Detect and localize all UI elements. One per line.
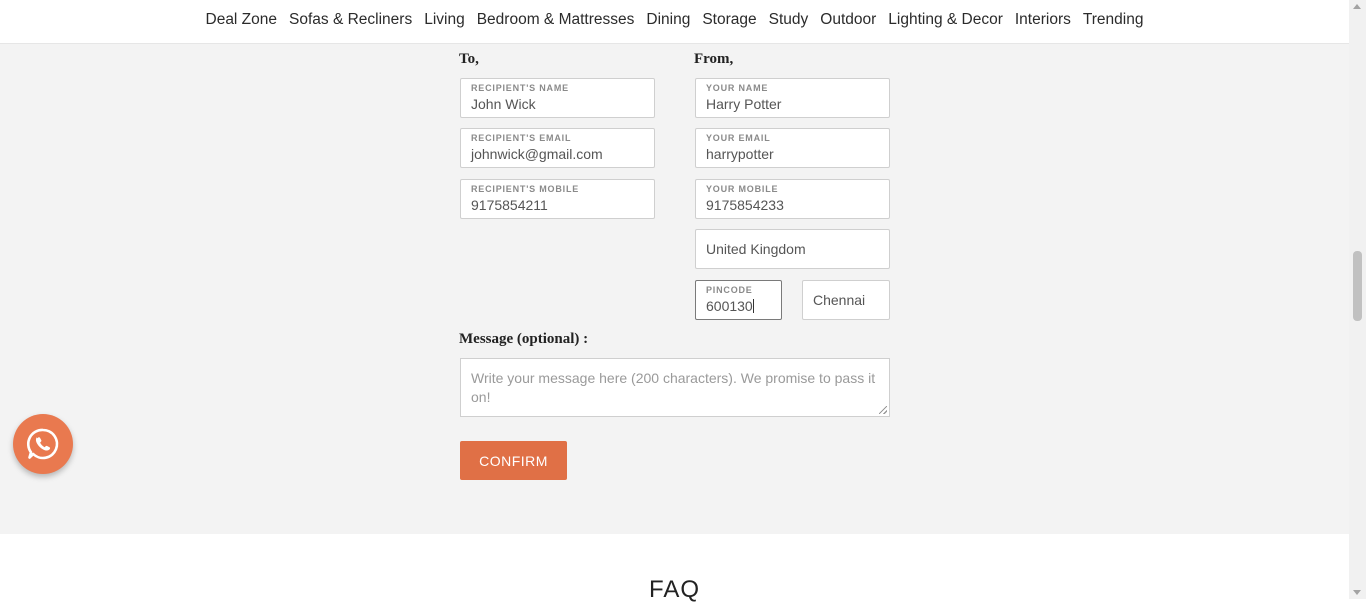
nav-item-living[interactable]: Living [418,0,471,42]
top-navigation: Deal Zone Sofas & Recliners Living Bedro… [0,0,1349,44]
city-field[interactable]: Chennai [802,280,890,320]
your-name-field[interactable]: YOUR NAME Harry Potter [695,78,890,118]
recipient-email-value: johnwick@gmail.com [471,146,603,162]
nav-item-study[interactable]: Study [763,0,815,42]
vertical-scrollbar[interactable] [1349,0,1366,599]
city-value: Chennai [813,292,866,308]
pincode-value-wrap: 600130 [706,298,754,314]
scroll-down-arrow-icon[interactable] [1353,590,1361,595]
nav-item-deal-zone[interactable]: Deal Zone [200,0,284,42]
recipient-mobile-field[interactable]: RECIPIENT'S MOBILE 9175854211 [460,179,655,219]
whatsapp-icon [26,428,59,460]
nav-item-interiors[interactable]: Interiors [1009,0,1077,42]
recipient-name-value: John Wick [471,96,536,112]
country-field[interactable]: United Kingdom [695,229,890,269]
whatsapp-button[interactable] [13,414,73,474]
your-name-label: YOUR NAME [706,83,769,93]
your-email-field[interactable]: YOUR EMAIL harrypotter [695,128,890,168]
your-mobile-label: YOUR MOBILE [706,184,779,194]
page: Deal Zone Sofas & Recliners Living Bedro… [0,0,1366,603]
your-email-value: harrypotter [706,146,774,162]
recipient-email-label: RECIPIENT'S EMAIL [471,133,572,143]
from-heading: From, [694,51,734,67]
nav-item-sofas-recliners[interactable]: Sofas & Recliners [283,0,418,42]
message-label: Message (optional) : [459,331,589,347]
nav-item-lighting-decor[interactable]: Lighting & Decor [882,0,1009,42]
recipient-mobile-value: 9175854211 [471,197,548,213]
country-value: United Kingdom [706,241,806,257]
recipient-email-field[interactable]: RECIPIENT'S EMAIL johnwick@gmail.com [460,128,655,168]
nav-item-storage[interactable]: Storage [696,0,762,42]
scroll-thumb[interactable] [1353,251,1362,321]
nav-item-bedroom-mattresses[interactable]: Bedroom & Mattresses [471,0,641,42]
recipient-name-field[interactable]: RECIPIENT'S NAME John Wick [460,78,655,118]
nav-item-dining[interactable]: Dining [640,0,696,42]
pincode-label: PINCODE [706,285,753,295]
pincode-value: 600130 [706,298,753,314]
faq-title: FAQ [648,576,700,603]
text-caret [752,299,754,313]
nav-item-trending[interactable]: Trending [1077,0,1150,42]
message-textarea[interactable]: Write your message here (200 characters)… [460,358,890,417]
recipient-name-label: RECIPIENT'S NAME [471,83,569,93]
your-name-value: Harry Potter [706,96,782,112]
your-mobile-field[interactable]: YOUR MOBILE 9175854233 [695,179,890,219]
gift-form-section: To, From, RECIPIENT'S NAME John Wick REC… [0,44,1349,534]
faq-section: FAQ [0,534,1349,603]
scroll-up-arrow-icon[interactable] [1353,4,1361,9]
nav-item-outdoor[interactable]: Outdoor [814,0,882,42]
pincode-field[interactable]: PINCODE 600130 [695,280,782,320]
your-mobile-value: 9175854233 [706,197,784,213]
confirm-button[interactable]: CONFIRM [460,441,567,480]
your-email-label: YOUR EMAIL [706,133,771,143]
to-heading: To, [459,51,479,67]
recipient-mobile-label: RECIPIENT'S MOBILE [471,184,580,194]
message-placeholder: Write your message here (200 characters)… [471,370,876,405]
resize-grip-icon[interactable] [879,406,887,414]
